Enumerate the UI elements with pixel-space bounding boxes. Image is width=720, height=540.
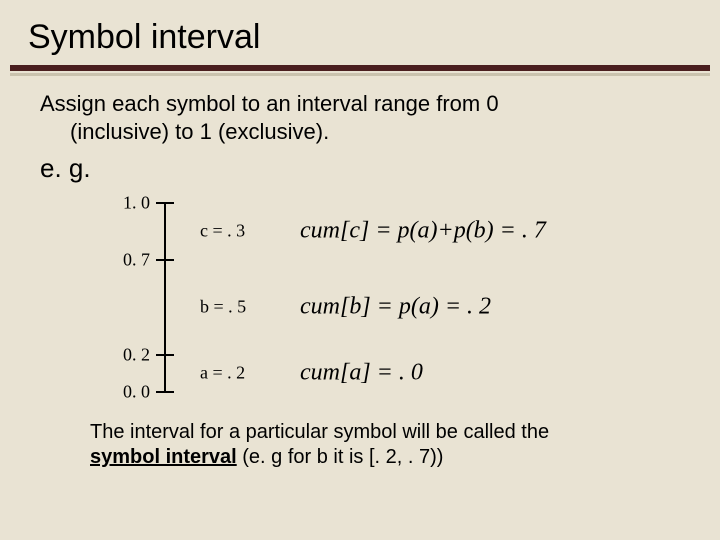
interval-diagram: 1. 0 0. 7 0. 2 0. 0 c = . 3 b = . 5 a = … bbox=[110, 194, 680, 414]
lead-text: Assign each symbol to an interval range … bbox=[40, 90, 680, 145]
tick-1-0 bbox=[156, 202, 174, 204]
cum-formula-a: cum[a] = . 0 bbox=[300, 360, 423, 387]
tick-label-0-0: 0. 0 bbox=[110, 382, 150, 403]
example-label: e. g. bbox=[40, 153, 680, 184]
tick-0-2 bbox=[156, 354, 174, 356]
tick-label-1-0: 1. 0 bbox=[110, 193, 150, 214]
tick-0-0 bbox=[156, 391, 174, 393]
segment-label-a: a = . 2 bbox=[200, 363, 245, 384]
tick-0-7 bbox=[156, 259, 174, 261]
axis-line bbox=[164, 202, 166, 392]
slide: Symbol interval Assign each symbol to an… bbox=[0, 0, 720, 540]
cum-formula-c: cum[c] = p(a)+p(b) = . 7 bbox=[300, 218, 546, 245]
title-rule-dark bbox=[10, 65, 710, 71]
cum-formula-b: cum[b] = p(a) = . 2 bbox=[300, 294, 491, 321]
tick-label-0-2: 0. 2 bbox=[110, 345, 150, 366]
footnote: The interval for a particular symbol wil… bbox=[40, 420, 680, 470]
footnote-post: (e. g for b it is [. 2, . 7)) bbox=[237, 446, 444, 468]
slide-title: Symbol interval bbox=[0, 0, 720, 65]
lead-line-2: (inclusive) to 1 (exclusive). bbox=[40, 118, 680, 146]
footnote-pre: The interval for a particular symbol wil… bbox=[90, 421, 549, 443]
segment-label-c: c = . 3 bbox=[200, 221, 245, 242]
tick-label-0-7: 0. 7 bbox=[110, 250, 150, 271]
footnote-term: symbol interval bbox=[90, 446, 237, 468]
segment-label-b: b = . 5 bbox=[200, 297, 246, 318]
lead-line-1: Assign each symbol to an interval range … bbox=[40, 91, 499, 116]
slide-body: Assign each symbol to an interval range … bbox=[0, 76, 720, 470]
